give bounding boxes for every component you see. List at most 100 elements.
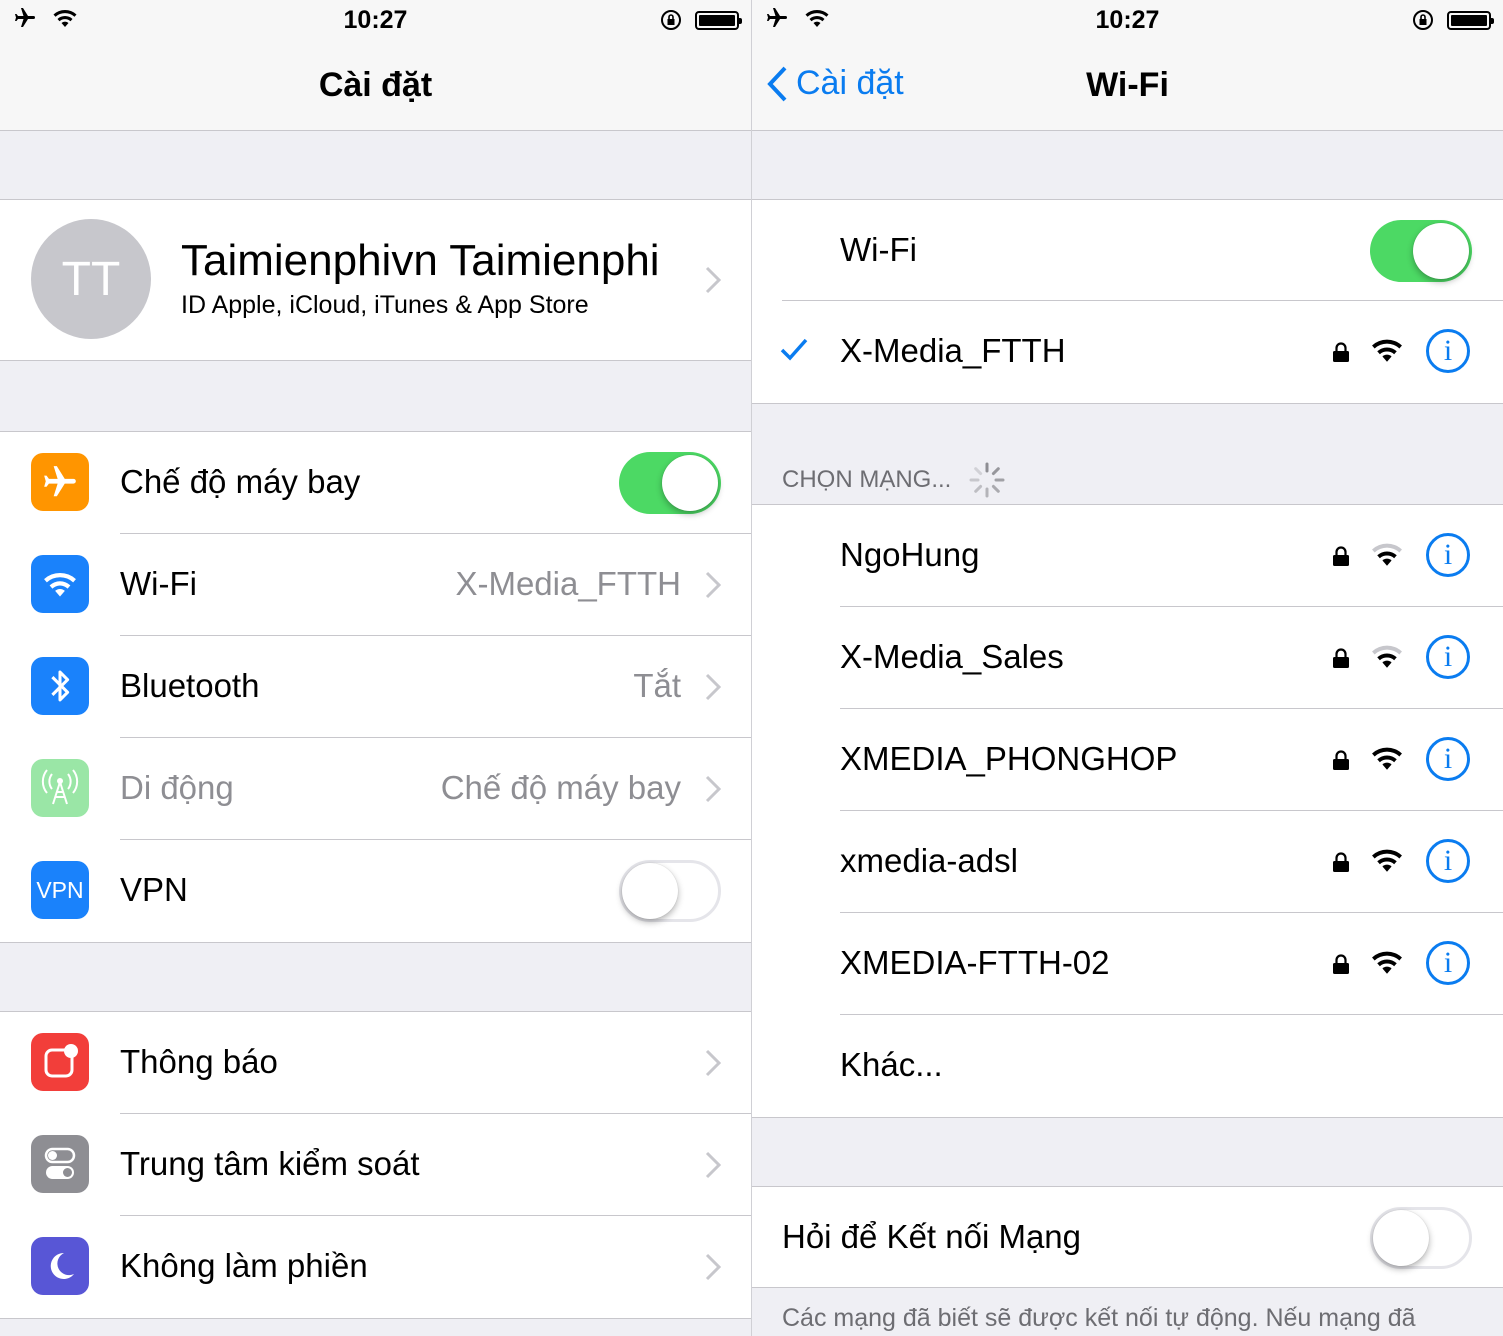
other-network-row[interactable]: Khác...: [752, 1015, 1503, 1117]
lock-icon: [1333, 750, 1349, 770]
chevron-right-icon: [705, 775, 721, 803]
wifi-signal-full-icon: [1372, 849, 1402, 872]
row-cellular[interactable]: Di động Chế độ máy bay: [0, 738, 751, 840]
system-group: Thông báo Trung tâm kiểm soát Không làm …: [0, 1011, 751, 1319]
other-network-label: Khác...: [840, 1046, 943, 1083]
wifi-signal-full-icon: [1372, 339, 1402, 362]
row-value: Chế độ máy bay: [440, 769, 681, 806]
network-row[interactable]: XMEDIA_PHONGHOP i: [752, 709, 1503, 811]
info-button[interactable]: i: [1426, 839, 1470, 883]
battery-icon: [1447, 10, 1494, 30]
chevron-right-icon: [705, 1151, 721, 1179]
network-name: XMEDIA_PHONGHOP: [840, 740, 1178, 777]
ask-to-join-group: Hỏi để Kết nối Mạng: [752, 1186, 1503, 1288]
profile-subtitle: ID Apple, iCloud, iTunes & App Store: [181, 291, 589, 319]
section-header-label: CHỌN MẠNG...: [782, 466, 952, 493]
moon-icon: [31, 1237, 89, 1295]
row-label: Không làm phiền: [120, 1247, 368, 1284]
lock-icon: [1333, 648, 1349, 668]
row-label: Chế độ máy bay: [120, 463, 361, 500]
wifi-signal-medium-icon: [1372, 645, 1402, 668]
row-connected-network[interactable]: X-Media_FTTH i: [752, 301, 1503, 403]
status-bar: 10:27: [752, 0, 1503, 44]
lock-icon: [1333, 954, 1349, 974]
row-bluetooth[interactable]: Bluetooth Tắt: [0, 636, 751, 738]
page-title: Wi-Fi: [1086, 66, 1169, 104]
cellular-antenna-icon: [31, 759, 89, 817]
airplane-mode-toggle[interactable]: [619, 452, 721, 514]
row-wifi[interactable]: Wi-Fi X-Media_FTTH: [0, 534, 751, 636]
status-time: 10:27: [343, 6, 408, 34]
nav-bar: Cài đặt Wi-Fi: [752, 44, 1503, 131]
lock-icon: [1333, 342, 1349, 362]
info-button[interactable]: i: [1426, 941, 1470, 985]
row-label: VPN: [120, 871, 188, 908]
row-value: Tắt: [633, 667, 681, 704]
row-do-not-disturb[interactable]: Không làm phiền: [0, 1216, 751, 1318]
footer-note: Các mạng đã biết sẽ được kết nối tự động…: [782, 1304, 1416, 1332]
row-vpn: VPN VPN: [0, 840, 751, 942]
network-name: X-Media_Sales: [840, 638, 1064, 675]
wifi-signal-full-icon: [1372, 747, 1402, 770]
row-notifications[interactable]: Thông báo: [0, 1012, 751, 1114]
rotation-lock-icon: [661, 10, 681, 30]
row-label: Bluetooth: [120, 667, 260, 704]
avatar: TT: [31, 219, 151, 339]
network-name: NgoHung: [840, 536, 980, 573]
vpn-icon: VPN: [31, 861, 89, 919]
chevron-right-icon: [705, 1253, 721, 1281]
info-button[interactable]: i: [1426, 533, 1470, 577]
apple-id-profile[interactable]: TT Taimienphivn Taimienphi ID Apple, iCl…: [0, 199, 751, 361]
row-label: Thông báo: [120, 1043, 278, 1080]
notifications-icon: [31, 1033, 89, 1091]
bluetooth-icon: [31, 657, 89, 715]
row-label: Wi-Fi: [120, 565, 197, 602]
wifi-signal-full-icon: [1372, 951, 1402, 974]
lock-icon: [1333, 852, 1349, 872]
settings-screen: 10:27 Cài đặt TT Taimienphivn Taimienphi…: [0, 0, 751, 1336]
available-networks-list: NgoHung i X-Media_Sales i XMEDIA_PHONGHO…: [752, 504, 1503, 1118]
battery-icon: [695, 10, 742, 30]
chevron-right-icon: [705, 266, 721, 294]
wifi-main-group: Wi-Fi X-Media_FTTH i: [752, 199, 1503, 404]
network-name: X-Media_FTTH: [840, 332, 1066, 369]
choose-network-header: CHỌN MẠNG...: [782, 460, 1007, 500]
lock-icon: [1333, 546, 1349, 566]
control-center-icon: [31, 1135, 89, 1193]
airplane-icon: [31, 453, 89, 511]
page-title: Cài đặt: [318, 66, 433, 104]
wifi-toggle[interactable]: [1370, 220, 1472, 282]
info-button[interactable]: i: [1426, 737, 1470, 781]
connectivity-group: Chế độ máy bay Wi-Fi X-Media_FTTH Blueto…: [0, 431, 751, 943]
loading-spinner-icon: [969, 462, 1005, 498]
row-ask-to-join: Hỏi để Kết nối Mạng: [752, 1187, 1503, 1287]
row-control-center[interactable]: Trung tâm kiểm soát: [0, 1114, 751, 1216]
chevron-right-icon: [705, 571, 721, 599]
info-button[interactable]: i: [1426, 329, 1470, 373]
vpn-toggle[interactable]: [619, 860, 721, 922]
network-name: xmedia-adsl: [840, 842, 1018, 879]
row-label: Di động: [120, 769, 234, 806]
wifi-signal-medium-icon: [1372, 543, 1402, 566]
row-wifi-toggle: Wi-Fi: [752, 200, 1503, 301]
wifi-screen: 10:27 Cài đặt Wi-Fi Wi-Fi X-Media_FTTH i…: [752, 0, 1503, 1336]
profile-name: Taimienphivn Taimienphi: [181, 236, 660, 285]
chevron-right-icon: [705, 1049, 721, 1077]
network-row[interactable]: XMEDIA-FTTH-02 i: [752, 913, 1503, 1015]
nav-bar: Cài đặt: [0, 44, 751, 131]
wifi-icon: [31, 555, 89, 613]
network-row[interactable]: xmedia-adsl i: [752, 811, 1503, 913]
ask-to-join-label: Hỏi để Kết nối Mạng: [782, 1218, 1082, 1255]
network-row[interactable]: NgoHung i: [752, 505, 1503, 607]
wifi-toggle-label: Wi-Fi: [840, 231, 917, 268]
row-value: X-Media_FTTH: [455, 565, 681, 602]
status-bar: 10:27: [0, 0, 751, 44]
rotation-lock-icon: [1413, 10, 1433, 30]
row-airplane-mode: Chế độ máy bay: [0, 432, 751, 534]
info-button[interactable]: i: [1426, 635, 1470, 679]
status-time: 10:27: [1095, 6, 1160, 34]
network-name: XMEDIA-FTTH-02: [840, 944, 1110, 981]
row-label: Trung tâm kiểm soát: [120, 1145, 420, 1182]
ask-to-join-toggle[interactable]: [1370, 1207, 1472, 1269]
network-row[interactable]: X-Media_Sales i: [752, 607, 1503, 709]
